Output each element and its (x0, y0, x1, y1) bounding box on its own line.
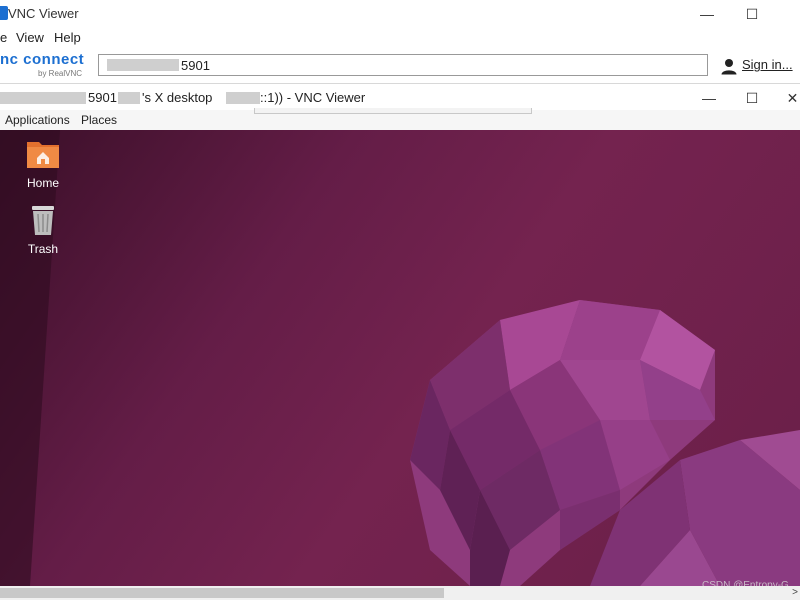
vnc-connect-logo: nc connect by RealVNC (0, 51, 92, 81)
menu-help[interactable]: Help (54, 30, 81, 45)
outer-minimize-button[interactable]: — (696, 3, 718, 25)
horizontal-scrollbar[interactable]: > (0, 586, 800, 600)
outer-title-bar: VNC Viewer — ☐ (0, 0, 800, 28)
applications-menu[interactable]: Applications (5, 113, 70, 127)
session-title-suffix: ::1)) - VNC Viewer (260, 90, 366, 105)
redacted-host (0, 92, 86, 104)
places-menu[interactable]: Places (81, 113, 117, 127)
user-icon (721, 59, 737, 75)
menu-view[interactable]: View (16, 30, 44, 45)
redacted-host (107, 59, 179, 71)
toolbar: nc connect by RealVNC 5901 Sign in... (0, 48, 800, 84)
redacted-user (118, 92, 140, 104)
vnc-app-icon (0, 6, 8, 20)
scrollbar-thumb[interactable] (0, 588, 444, 598)
session-minimize-button[interactable]: — (698, 87, 720, 109)
remote-desktop[interactable]: Home Trash (0, 130, 800, 586)
session-title-desktop: 's X desktop (142, 90, 213, 105)
outer-window-title: VNC Viewer (8, 6, 79, 21)
redacted-display (226, 92, 260, 104)
scroll-right-arrow[interactable]: > (790, 586, 800, 600)
menu-file[interactable]: e (0, 30, 7, 45)
vnc-session-toolbar-handle[interactable] (254, 108, 532, 114)
desktop-icon-label: Home (26, 176, 59, 190)
home-folder-icon (27, 142, 59, 168)
outer-maximize-button[interactable]: ☐ (741, 3, 763, 25)
desktop-icon-label: Trash (27, 242, 59, 256)
address-value: 5901 (181, 58, 210, 73)
session-title-bar: 5901 's X desktop ::1)) - VNC Viewer — ☐… (0, 86, 800, 110)
logo-subtext: by RealVNC (38, 69, 83, 78)
address-input[interactable]: 5901 (98, 54, 708, 76)
trash-icon (32, 206, 54, 235)
session-maximize-button[interactable]: ☐ (741, 87, 763, 109)
jellyfish-wallpaper (0, 130, 800, 586)
session-title-port: 5901 (88, 90, 117, 105)
menu-bar: e View Help (0, 28, 800, 48)
logo-text: nc connect (0, 51, 85, 68)
desktop-icon-trash[interactable]: Trash (13, 202, 73, 264)
desktop-icon-home[interactable]: Home (13, 136, 73, 198)
sign-in-label: Sign in... (742, 57, 793, 72)
session-close-button[interactable]: ✕ (785, 87, 800, 109)
